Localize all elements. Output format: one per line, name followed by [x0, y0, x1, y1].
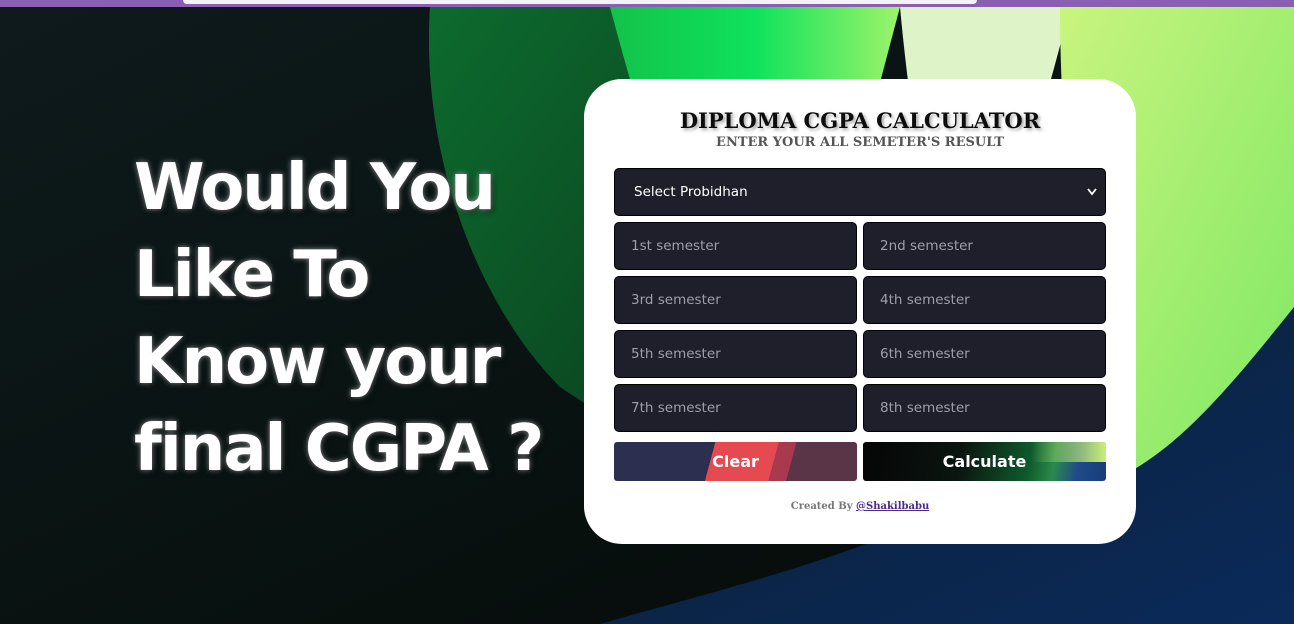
hero-line: Know your — [134, 325, 501, 399]
probidhan-select-value: Select Probidhan — [634, 184, 748, 200]
browser-top-strip — [0, 0, 1294, 7]
button-glow — [1031, 442, 1106, 462]
hero-line: Like To — [134, 238, 370, 312]
semester-2-input[interactable]: 2nd semester — [863, 222, 1106, 270]
hero-line: Would You — [134, 151, 496, 225]
semester-5-input[interactable]: 5th semester — [614, 330, 857, 378]
semester-3-input[interactable]: 3rd semester — [614, 276, 857, 324]
credit-prefix: Created By — [790, 501, 853, 512]
semester-1-input[interactable]: 1st semester — [614, 222, 857, 270]
semester-7-input[interactable]: 7th semester — [614, 384, 857, 432]
hero-line: final CGPA ? — [134, 412, 544, 486]
calculator-title: DIPLOMA CGPA CALCULATOR — [679, 108, 1041, 133]
author-link[interactable]: @Shakilbabu — [856, 501, 929, 512]
calculate-button[interactable]: Calculate — [863, 442, 1106, 481]
credit-line: Created By @Shakilbabu — [584, 501, 1136, 512]
clear-button-label: Clear — [712, 452, 759, 471]
semester-4-input[interactable]: 4th semester — [863, 276, 1106, 324]
calculate-button-label: Calculate — [942, 452, 1027, 471]
semester-8-input[interactable]: 8th semester — [863, 384, 1106, 432]
hero-heading: Would You Like To Know your final CGPA ? — [134, 145, 584, 493]
calculator-subtitle: ENTER YOUR ALL SEMETER'S RESULT — [716, 135, 1004, 150]
address-bar-edge[interactable] — [183, 0, 977, 4]
semester-6-input[interactable]: 6th semester — [863, 330, 1106, 378]
probidhan-select[interactable]: Select Probidhan — [614, 168, 1106, 216]
clear-button[interactable]: Clear — [614, 442, 857, 481]
